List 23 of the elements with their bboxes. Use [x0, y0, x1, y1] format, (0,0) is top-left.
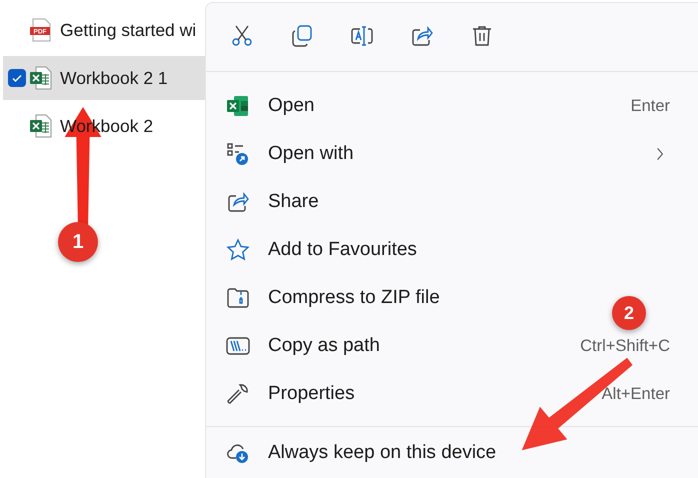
file-name: Getting started wi: [60, 20, 196, 40]
star-icon: [226, 238, 250, 262]
file-row[interactable]: Workbook 2 1: [3, 56, 205, 100]
step-number-badge: 1: [58, 222, 98, 262]
menu-item[interactable]: Add to Favourites: [268, 239, 417, 261]
menu-item[interactable]: Open with: [268, 143, 354, 165]
menu-item[interactable]: Properties: [268, 383, 355, 405]
shortcut-text: Ctrl+Shift+C: [580, 336, 670, 356]
spreadsheet-file-icon: [30, 114, 52, 138]
menu-item[interactable]: Always keep on this device: [268, 442, 496, 464]
share-icon: [226, 190, 250, 214]
zip-folder-icon: [226, 286, 250, 310]
menu-item[interactable]: Open: [268, 95, 314, 117]
spreadsheet-icon: [226, 94, 250, 118]
shortcut-text: Alt+Enter: [602, 384, 670, 404]
spreadsheet-file-icon: [30, 66, 52, 90]
menu-item[interactable]: Compress to ZIP file: [268, 287, 440, 309]
checkbox[interactable]: [8, 69, 26, 87]
shortcut-text: Enter: [630, 96, 670, 116]
menu-item[interactable]: Copy as path: [268, 335, 380, 357]
menu-item[interactable]: Share: [268, 191, 319, 213]
open-with-icon: [226, 142, 250, 166]
file-name: Workbook 2 1: [60, 68, 168, 88]
